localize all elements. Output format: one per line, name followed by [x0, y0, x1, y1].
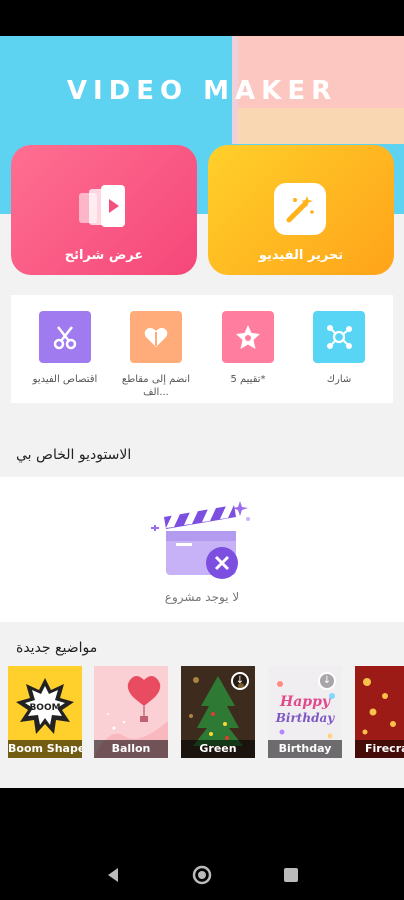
- star-icon: [222, 311, 274, 363]
- recents-icon[interactable]: [283, 867, 299, 883]
- back-icon[interactable]: [104, 866, 122, 884]
- edit-video-label: تحرير الفيديو: [258, 248, 344, 263]
- theme-label: Green: [181, 740, 255, 758]
- tool-label: انضم إلى مقاطع الف...: [121, 374, 191, 398]
- theme-label: Birthday: [268, 740, 342, 758]
- scissors-icon: [39, 311, 91, 363]
- tool-label: تقييم 5*: [230, 374, 266, 385]
- header-decor: [238, 108, 404, 144]
- theme-thumb-firecracker[interactable]: Firecra: [355, 666, 404, 758]
- empty-clapperboard-icon: [151, 501, 250, 579]
- edit-video-icon: [272, 181, 328, 237]
- theme-thumb-boom-shape[interactable]: BOOM Boom Shape: [8, 666, 82, 758]
- empty-project-text: لا يوجد مشروع: [164, 590, 240, 604]
- slideshow-card[interactable]: عرض شرائح: [11, 145, 197, 275]
- slideshow-icon: [75, 181, 131, 237]
- home-icon[interactable]: [192, 865, 212, 885]
- download-icon[interactable]: ↓: [231, 672, 249, 690]
- theme-thumb-green[interactable]: ↓ Green: [181, 666, 255, 758]
- tools-panel: اقتصاص الفيديو انضم إلى مقاطع الف... تقي…: [11, 295, 393, 403]
- system-nav-bar: [0, 788, 404, 900]
- app-screen: VIDEO MAKER عرض شرائح تحرير الفيديو اقتص…: [0, 36, 404, 788]
- studio-title: الاستوديو الخاص بي: [16, 447, 132, 463]
- slideshow-label: عرض شرائح: [64, 248, 144, 263]
- status-bar: [0, 0, 404, 36]
- theme-thumb-ballon[interactable]: Ballon: [94, 666, 168, 758]
- theme-label: Firecra: [355, 740, 404, 758]
- svg-text:Birthday: Birthday: [275, 711, 335, 725]
- studio-panel: لا يوجد مشروع: [0, 477, 404, 622]
- download-icon[interactable]: ↓: [318, 672, 336, 690]
- trim-video-tool[interactable]: اقتصاص الفيديو: [25, 311, 105, 386]
- theme-thumb-birthday[interactable]: Happy Birthday ↓ Birthday: [268, 666, 342, 758]
- topics-title: مواضيع جديدة: [16, 640, 98, 656]
- merge-video-tool[interactable]: انضم إلى مقاطع الف...: [116, 311, 196, 399]
- theme-label: Ballon: [94, 740, 168, 758]
- svg-text:Happy: Happy: [279, 694, 331, 710]
- share-tool[interactable]: شارك: [299, 311, 379, 386]
- heart-merge-icon: [130, 311, 182, 363]
- edit-video-card[interactable]: تحرير الفيديو: [208, 145, 394, 275]
- app-title: VIDEO MAKER: [66, 76, 338, 106]
- tool-label: اقتصاص الفيديو: [32, 374, 98, 385]
- svg-text:BOOM: BOOM: [29, 703, 60, 713]
- magic-wand-icon: [286, 196, 314, 223]
- tool-label: شارك: [326, 374, 352, 385]
- rate-app-tool[interactable]: تقييم 5*: [208, 311, 288, 386]
- share-icon: [313, 311, 365, 363]
- theme-label: Boom Shape: [8, 740, 82, 758]
